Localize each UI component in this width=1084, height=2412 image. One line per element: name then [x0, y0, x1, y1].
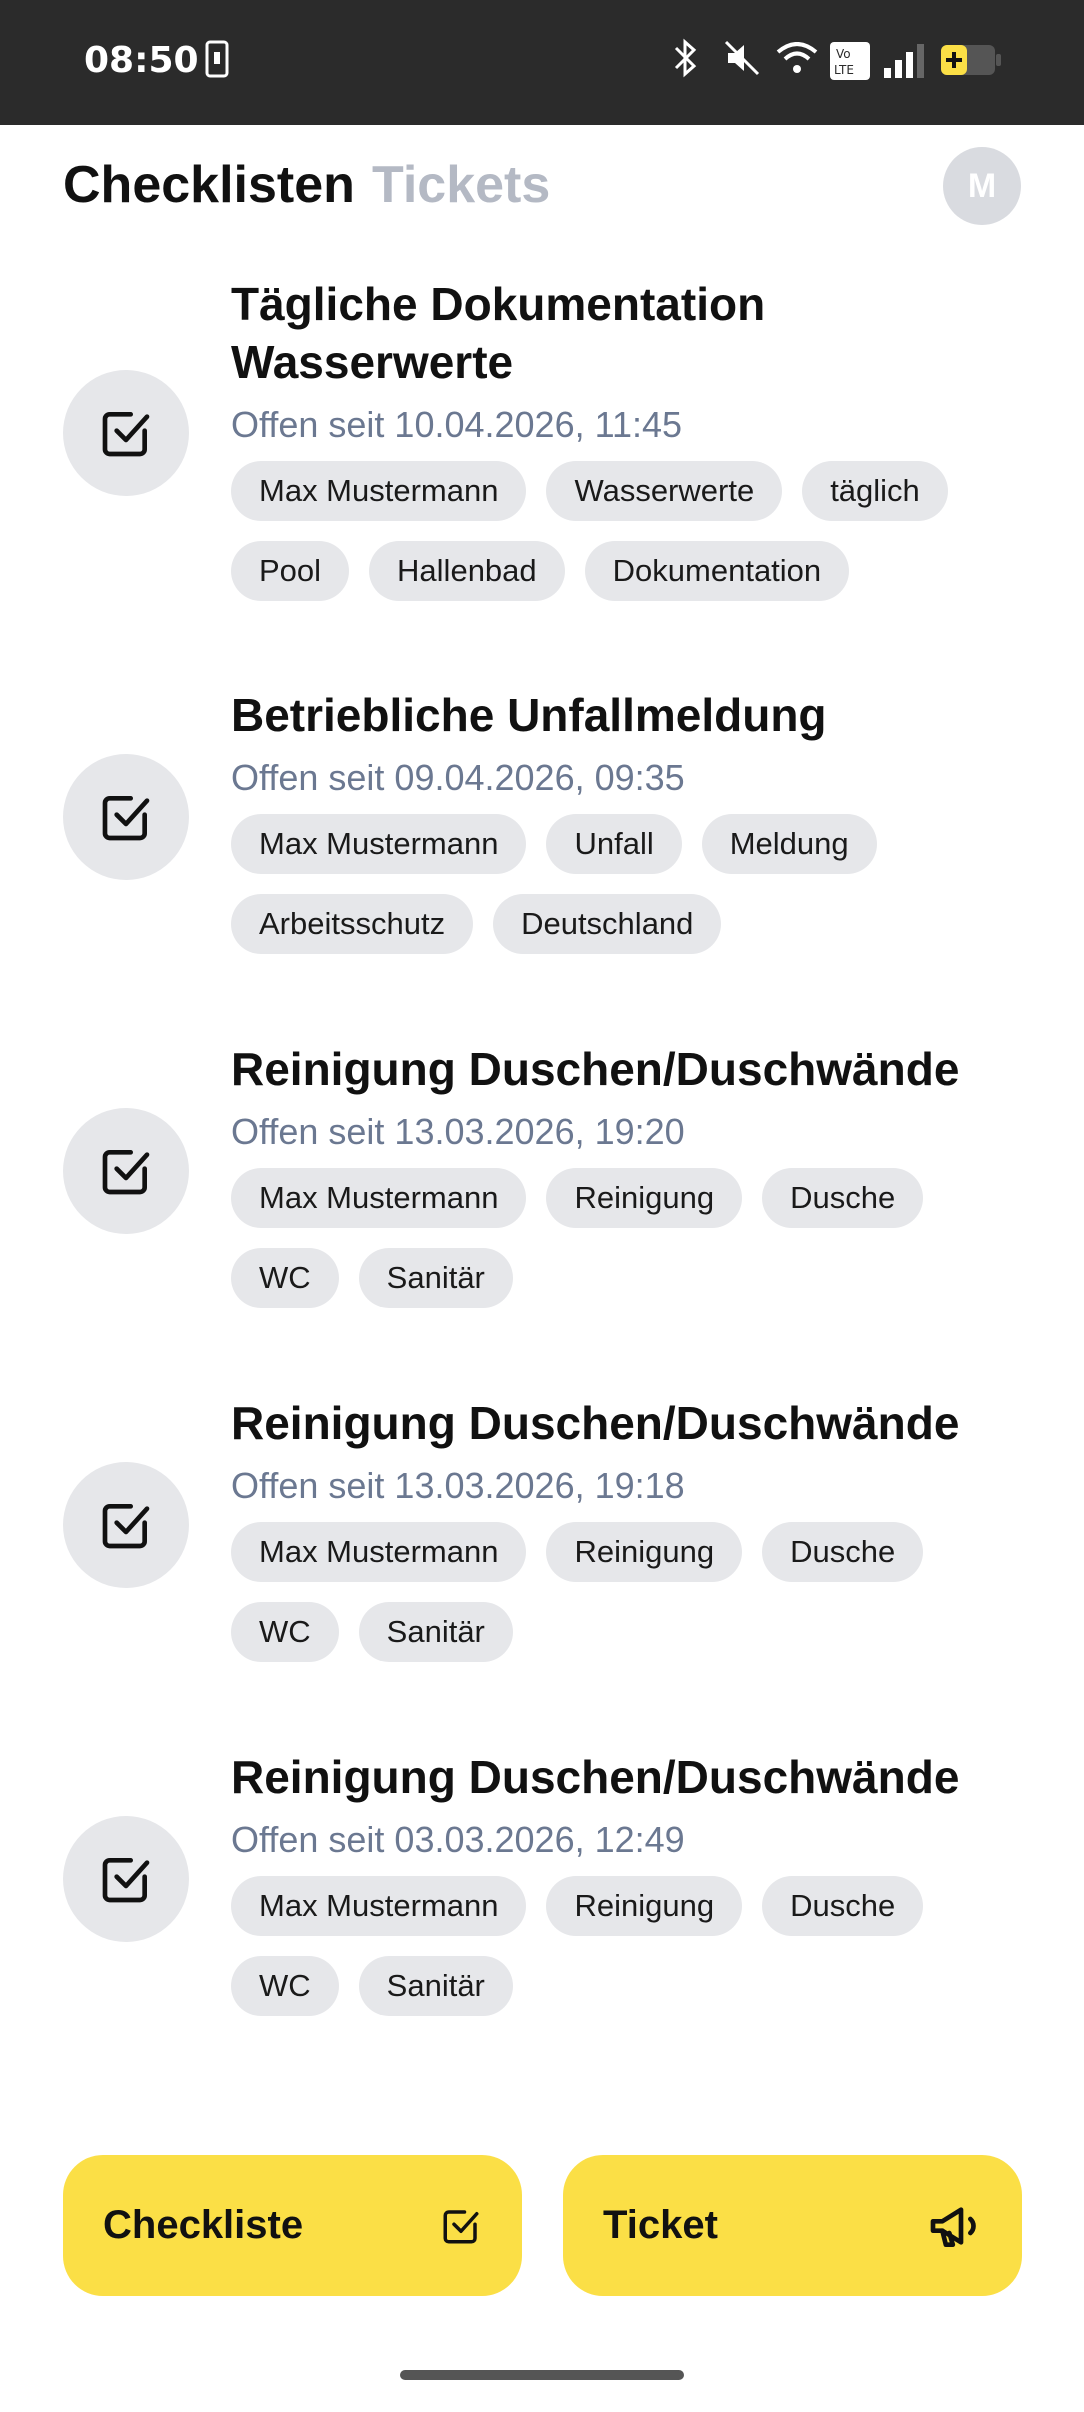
tag: Max Mustermann — [231, 1168, 527, 1228]
wifi-icon — [776, 42, 818, 73]
checklist-date: Offen seit 09.04.2026, 09:35 — [231, 757, 685, 798]
checklist-item-body: Tägliche Dokumentation Wasserwerte Offen… — [231, 275, 1031, 601]
tag: Reinigung — [546, 1522, 743, 1582]
tag: Dusche — [762, 1876, 924, 1936]
tab-tickets[interactable]: Tickets — [372, 155, 550, 215]
checkbox-icon — [443, 2209, 479, 2243]
tag: WC — [231, 1956, 339, 2016]
checklist-item-body: Reinigung Duschen/Duschwände Offen seit … — [231, 1394, 1031, 1662]
volte-icon: Vo LTE — [830, 42, 870, 80]
tag: Dokumentation — [584, 541, 850, 601]
checklist-date: Offen seit 10.04.2026, 11:45 — [231, 404, 683, 445]
tag: Max Mustermann — [231, 461, 527, 521]
new-checklist-button[interactable]: Checkliste — [63, 2155, 522, 2296]
checklist-title: Reinigung Duschen/Duschwände — [231, 1397, 960, 1449]
tag: Hallenbad — [369, 541, 565, 601]
tag-list: Max Mustermann Reinigung Dusche WC Sanit… — [231, 1522, 1031, 1662]
checklist-date: Offen seit 03.03.2026, 12:49 — [231, 1819, 685, 1860]
checklist-title: Reinigung Duschen/Duschwände — [231, 1751, 960, 1803]
checklist-title: Reinigung Duschen/Duschwände — [231, 1043, 960, 1095]
tag: WC — [231, 1248, 339, 1308]
checklist-list: Tägliche Dokumentation Wasserwerte Offen… — [0, 250, 1084, 2110]
status-time: 08:50 — [84, 40, 199, 81]
checklist-item-body: Betriebliche Unfallmeldung — [231, 2102, 1031, 2110]
tag: Arbeitsschutz — [231, 894, 474, 954]
checklist-date: Offen seit 13.03.2026, 19:20 — [231, 1111, 685, 1152]
ticket-button-label: Ticket — [603, 2203, 718, 2247]
checklist-icon — [63, 1108, 189, 1234]
tag: Sanitär — [358, 1248, 513, 1308]
home-indicator[interactable] — [400, 2370, 684, 2380]
checklist-date: Offen seit 13.03.2026, 19:18 — [231, 1465, 685, 1506]
tag-list: Max Mustermann Reinigung Dusche WC Sanit… — [231, 1876, 1031, 2016]
checklist-item-body: Reinigung Duschen/Duschwände Offen seit … — [231, 1040, 1031, 1308]
tag: täglich — [802, 461, 948, 521]
mute-icon — [724, 40, 760, 76]
signal-icon — [884, 44, 924, 78]
checklist-title: Betriebliche Unfallmeldung — [231, 2102, 1031, 2110]
tag: Sanitär — [358, 1602, 513, 1662]
tag: Meldung — [701, 814, 877, 874]
checklist-icon — [63, 754, 189, 880]
tag: Reinigung — [546, 1876, 743, 1936]
checklist-title: Betriebliche Unfallmeldung — [231, 689, 827, 741]
tag: Deutschland — [493, 894, 722, 954]
status-bar: 08:50 Vo LTE — [0, 0, 1084, 125]
tag: Dusche — [762, 1522, 924, 1582]
checklist-icon — [63, 370, 189, 496]
tag: Max Mustermann — [231, 1876, 527, 1936]
tag-list: Max Mustermann Unfall Meldung Arbeitssch… — [231, 814, 1031, 954]
svg-text:LTE: LTE — [834, 63, 854, 77]
tag: Sanitär — [358, 1956, 513, 2016]
tag: Dusche — [762, 1168, 924, 1228]
megaphone-icon — [930, 2206, 976, 2247]
tag: Wasserwerte — [546, 461, 783, 521]
checklist-item-body: Betriebliche Unfallmeldung Offen seit 09… — [231, 686, 1031, 954]
checklist-button-label: Checkliste — [103, 2203, 304, 2247]
checklist-title: Tägliche Dokumentation Wasserwerte — [231, 278, 766, 388]
tag: Max Mustermann — [231, 814, 527, 874]
checklist-item-body: Reinigung Duschen/Duschwände Offen seit … — [231, 1748, 1031, 2016]
tag-list: Max Mustermann Wasserwerte täglich Pool … — [231, 461, 1031, 601]
tab-checklisten[interactable]: Checklisten — [63, 155, 355, 215]
battery-icon — [941, 45, 1001, 75]
phone-screen-icon — [205, 40, 229, 78]
tag: Reinigung — [546, 1168, 743, 1228]
checklist-icon — [63, 1462, 189, 1588]
tag-list: Max Mustermann Reinigung Dusche WC Sanit… — [231, 1168, 1031, 1308]
tag: Pool — [231, 541, 350, 601]
svg-text:Vo: Vo — [836, 47, 851, 61]
avatar[interactable]: M — [943, 147, 1021, 225]
new-ticket-button[interactable]: Ticket — [563, 2155, 1022, 2296]
tag: Unfall — [546, 814, 682, 874]
tag: WC — [231, 1602, 339, 1662]
tag: Max Mustermann — [231, 1522, 527, 1582]
bluetooth-icon — [674, 38, 697, 78]
checklist-icon — [63, 1816, 189, 1942]
